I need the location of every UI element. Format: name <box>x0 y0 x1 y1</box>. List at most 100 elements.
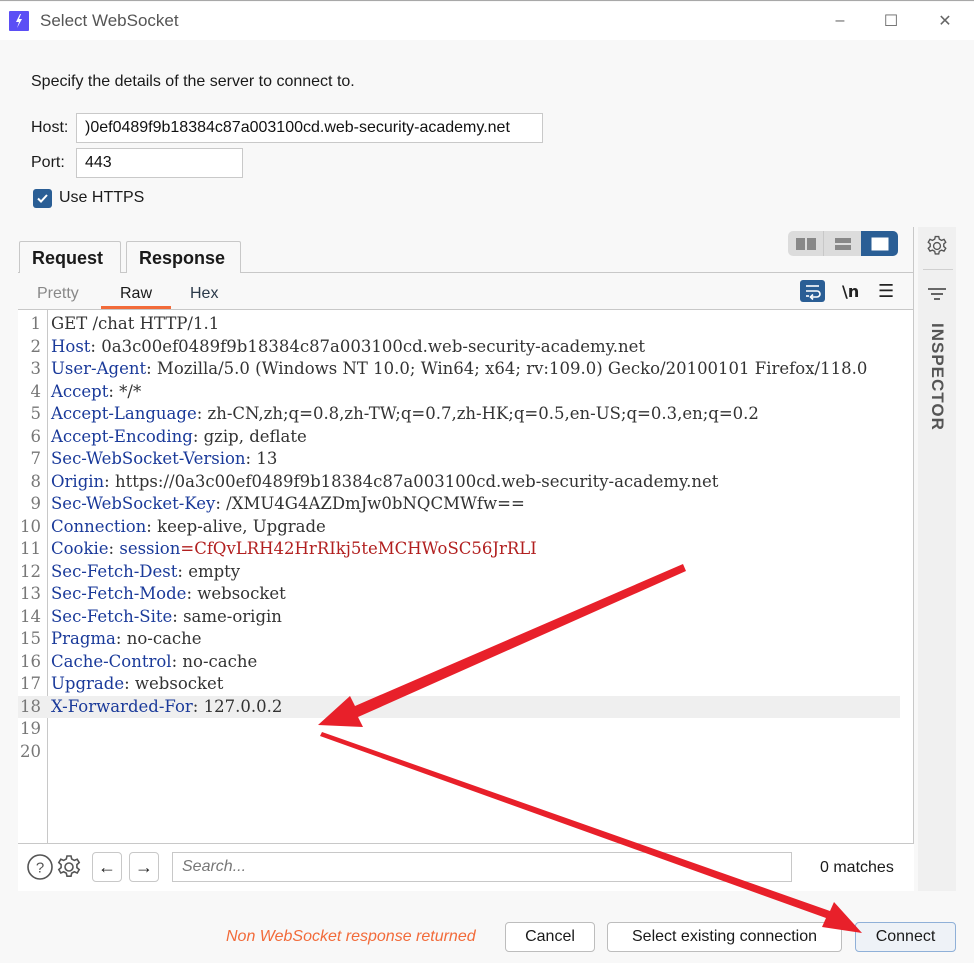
line-number: 16 <box>20 651 41 671</box>
connect-button[interactable]: Connect <box>855 922 956 952</box>
minimize-icon: – <box>835 12 845 29</box>
header-name: Upgrade <box>51 674 125 693</box>
layout-single-button[interactable] <box>861 231 898 256</box>
search-next-button[interactable]: → <box>129 852 159 882</box>
header-name: Cookie <box>51 539 109 558</box>
line-content: User-Agent: Mozilla/5.0 (Windows NT 10.0… <box>51 359 868 378</box>
header-name: User-Agent <box>51 359 147 378</box>
inspector-settings-gear-icon[interactable] <box>925 234 949 258</box>
editor-menu-button[interactable]: ☰ <box>878 281 894 302</box>
tab-response[interactable]: Response <box>126 241 241 273</box>
window-title: Select WebSocket <box>40 11 179 30</box>
line-number: 18 <box>20 696 41 716</box>
request-line[interactable]: 10 Connection: keep-alive, Upgrade <box>18 516 900 539</box>
maximize-icon: ☐ <box>883 13 899 30</box>
minimize-button[interactable]: – <box>825 8 855 34</box>
request-line[interactable]: 5 Accept-Language: zh-CN,zh;q=0.8,zh-TW;q… <box>18 403 900 426</box>
request-line[interactable]: 4 Accept: */* <box>18 381 900 404</box>
request-line[interactable]: 15 Pragma: no-cache <box>18 628 900 651</box>
request-line[interactable]: 18 X-Forwarded-For: 127.0.0.2 <box>18 695 900 718</box>
cancel-button[interactable]: Cancel <box>505 922 595 952</box>
header-value: keep-alive, Upgrade <box>157 516 326 536</box>
status-message: Non WebSocket response returned <box>226 928 476 945</box>
header-name: Sec-Fetch-Dest <box>51 561 178 581</box>
port-input[interactable]: 443 <box>76 148 243 178</box>
request-line[interactable]: 3 User-Agent: Mozilla/5.0 (Windows NT 10.… <box>18 358 900 381</box>
request-line[interactable]: 19 <box>18 718 900 741</box>
use-https-checkbox[interactable] <box>33 189 52 208</box>
word-wrap-button[interactable] <box>800 280 825 302</box>
subtab-raw[interactable]: Raw <box>120 285 152 303</box>
columns-icon <box>795 237 816 250</box>
header-value: 0a3c00ef0489f9b18384c87a003100cd.web-sec… <box>101 336 646 356</box>
select-websocket-dialog: Select WebSocket – ☐ ✕ Specify the detai… <box>0 0 974 963</box>
line-content: Sec-Fetch-Dest: empty <box>51 561 241 581</box>
line-number: 13 <box>20 584 41 603</box>
layout-stacked-button[interactable] <box>825 231 861 256</box>
search-settings-gear-icon[interactable] <box>55 853 83 881</box>
request-line[interactable]: 11 Cookie: session=CfQvLRH42HrRIkj5teMCHW… <box>18 538 900 561</box>
layout-toggle <box>788 231 898 256</box>
editor-border <box>913 227 914 891</box>
line-content: Pragma: no-cache <box>51 629 202 648</box>
request-line[interactable]: 14 Sec-Fetch-Site: same-origin <box>18 606 900 629</box>
header-name: Accept-Language <box>51 404 197 423</box>
request-line[interactable]: 1 GET /chat HTTP/1.1 <box>18 313 900 336</box>
header-name: Pragma <box>51 629 116 648</box>
request-line[interactable]: 7 Sec-WebSocket-Version: 13 <box>18 448 900 471</box>
request-line[interactable]: 16 Cache-Control: no-cache <box>18 651 900 674</box>
header-value: no-cache <box>182 651 258 671</box>
request-line[interactable]: 2 Host: 0a3c00ef0489f9b18384c87a003100cd.… <box>18 336 900 359</box>
layout-side-by-side-button[interactable] <box>788 231 824 256</box>
line-content: Host: 0a3c00ef0489f9b18384c87a003100cd.w… <box>51 336 646 356</box>
burp-lightning-icon <box>9 11 29 31</box>
search-input[interactable] <box>172 852 792 882</box>
search-previous-button[interactable]: ← <box>92 852 122 882</box>
show-newlines-button[interactable]: \n <box>842 282 859 301</box>
host-input[interactable]: )0ef0489f9b18384c87a003100cd.web-securit… <box>76 113 543 143</box>
inspector-filter-icon[interactable] <box>925 284 949 304</box>
request-line[interactable]: 8 Origin: https://0a3c00ef0489f9b18384c87… <box>18 471 900 494</box>
request-line[interactable]: 20 <box>18 741 900 764</box>
header-value: Mozilla/5.0 (Windows NT 10.0; Win64; x64… <box>156 359 868 378</box>
line-number: 2 <box>30 336 42 356</box>
request-line[interactable]: 13 Sec-Fetch-Mode: websocket <box>18 583 900 606</box>
maximize-button[interactable]: ☐ <box>876 8 906 34</box>
header-value: 13 <box>256 449 278 468</box>
header-value: 127.0.0.2 <box>203 696 283 716</box>
request-code[interactable]: 1 GET /chat HTTP/1.1 2 Host: 0a3c00ef0489f9… <box>18 313 900 763</box>
request-line[interactable]: 17 Upgrade: websocket <box>18 673 900 696</box>
line-content: Upgrade: websocket <box>51 674 224 693</box>
header-value: websocket <box>134 674 224 693</box>
cookie-name: session <box>119 539 181 558</box>
select-existing-connection-button[interactable]: Select existing connection <box>607 922 842 952</box>
header-value: zh-CN,zh;q=0.8,zh-TW;q=0.7,zh-HK;q=0.5,e… <box>207 404 759 423</box>
subtab-hex[interactable]: Hex <box>190 285 218 303</box>
port-label: Port: <box>31 154 65 171</box>
help-icon[interactable]: ? <box>26 853 54 881</box>
request-line[interactable]: 9 Sec-WebSocket-Key: /XMU4G4AZDmJw0bNQCMW… <box>18 493 900 516</box>
line-content: Sec-Fetch-Site: same-origin <box>51 606 282 626</box>
header-value: no-cache <box>126 629 202 648</box>
header-name: Accept <box>51 381 109 401</box>
request-line[interactable]: 12 Sec-Fetch-Dest: empty <box>18 561 900 584</box>
header-value: empty <box>188 561 241 581</box>
single-pane-icon <box>871 237 888 250</box>
header-name: Accept-Encoding <box>51 426 193 446</box>
close-button[interactable]: ✕ <box>930 8 960 34</box>
request-line[interactable]: 6 Accept-Encoding: gzip, deflate <box>18 426 900 449</box>
inspector-label[interactable]: INSPECTOR <box>927 323 947 431</box>
host-label: Host: <box>31 119 69 136</box>
line-content: Cache-Control: no-cache <box>51 651 258 671</box>
line-content: Accept: */* <box>51 381 142 401</box>
active-tab-cover <box>20 272 120 274</box>
line-content: Cookie: session=CfQvLRH42HrRIkj5teMCHWoS… <box>51 539 537 558</box>
line-content: Accept-Encoding: gzip, deflate <box>51 426 307 446</box>
inspector-separator <box>923 269 953 270</box>
line-number: 5 <box>30 404 42 423</box>
use-https-label[interactable]: Use HTTPS <box>59 189 144 207</box>
subtab-pretty[interactable]: Pretty <box>37 285 79 303</box>
line-number: 3 <box>30 359 42 378</box>
tab-request[interactable]: Request <box>19 241 121 273</box>
close-icon: ✕ <box>938 13 952 30</box>
